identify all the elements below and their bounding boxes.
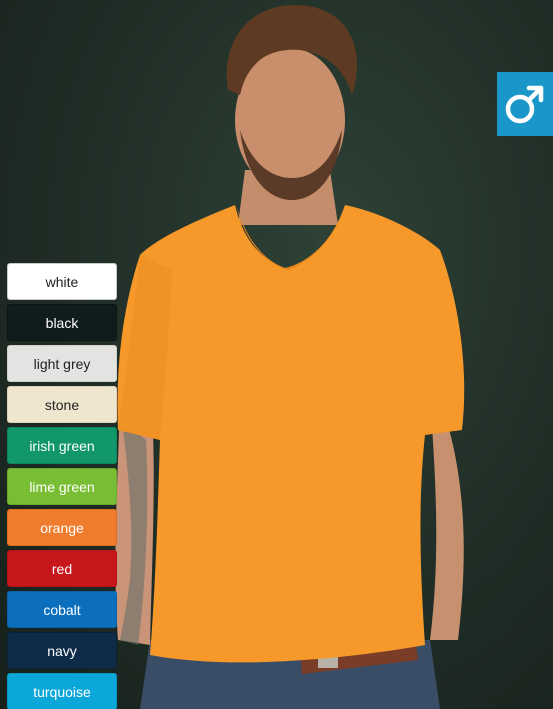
- color-swatch-orange[interactable]: orange: [7, 509, 117, 546]
- color-swatch-lime-green[interactable]: lime green: [7, 468, 117, 505]
- color-swatch-white[interactable]: white: [7, 263, 117, 300]
- color-swatch-light-grey[interactable]: light grey: [7, 345, 117, 382]
- color-swatch-list: white black light grey stone irish green lime…: [7, 263, 117, 709]
- male-gender-badge: [497, 72, 553, 136]
- color-swatch-irish-green[interactable]: irish green: [7, 427, 117, 464]
- color-swatch-black[interactable]: black: [7, 304, 117, 341]
- color-swatch-stone[interactable]: stone: [7, 386, 117, 423]
- color-swatch-turquoise[interactable]: turquoise: [7, 673, 117, 709]
- color-swatch-red[interactable]: red: [7, 550, 117, 587]
- color-swatch-cobalt[interactable]: cobalt: [7, 591, 117, 628]
- color-swatch-navy[interactable]: navy: [7, 632, 117, 669]
- male-symbol-icon: [503, 82, 547, 126]
- product-stage: white black light grey stone irish green lime…: [0, 0, 553, 709]
